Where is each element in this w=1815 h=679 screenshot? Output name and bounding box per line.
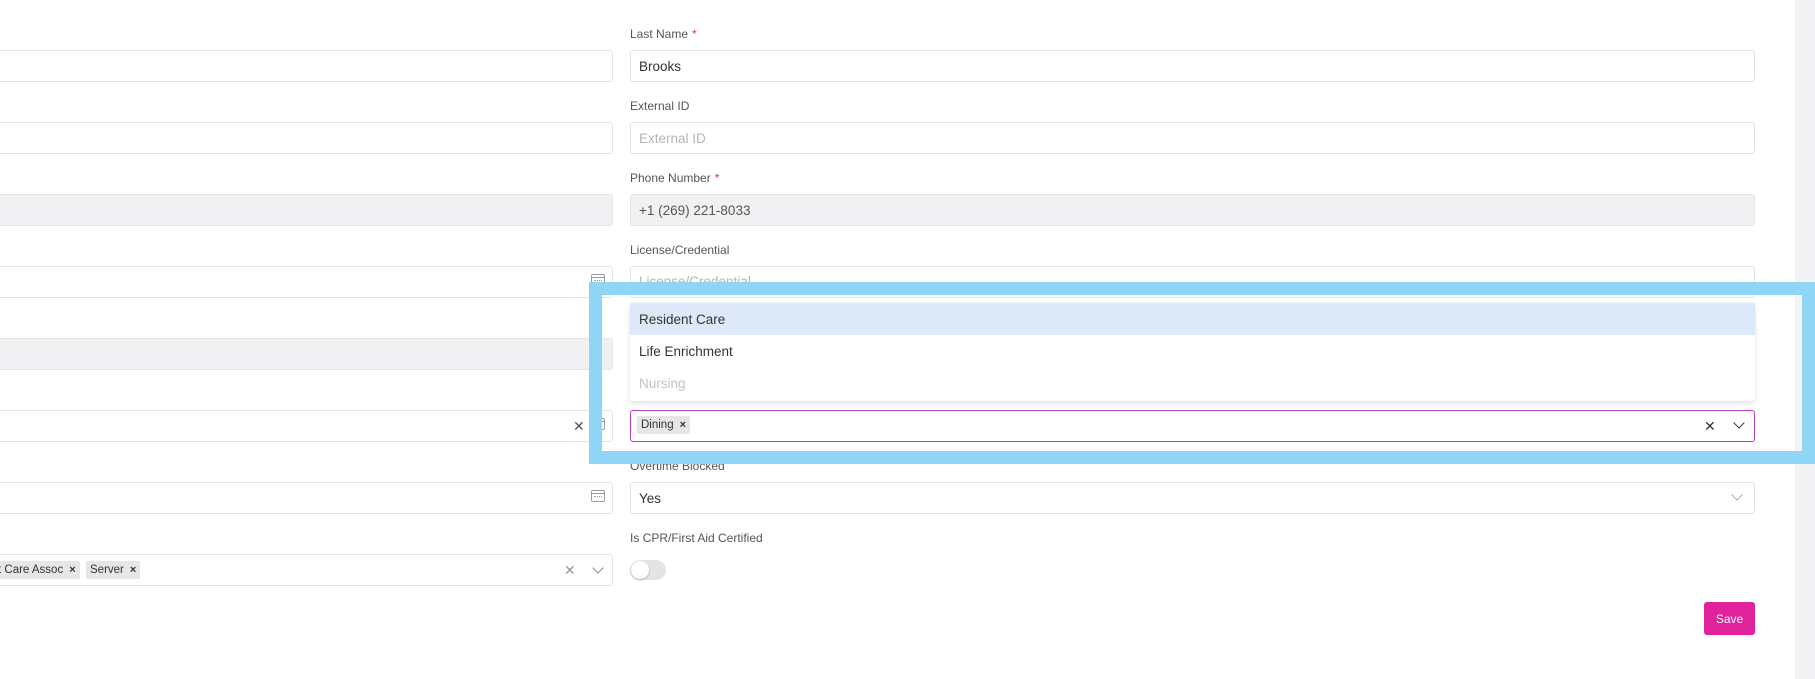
last-name-label: Last Name *	[630, 27, 697, 41]
phone-number-input: +1 (269) 221-8033	[630, 194, 1755, 226]
overtime-blocked-select[interactable]: Yes	[630, 482, 1755, 514]
phone-number-label: Phone Number *	[630, 171, 720, 185]
save-button[interactable]: Save	[1704, 602, 1755, 635]
cpr-certified-label: Is CPR/First Aid Certified	[630, 531, 763, 545]
tag-label: t Care Assoc	[0, 564, 64, 576]
left-field-1[interactable]	[0, 50, 613, 82]
external-id-input[interactable]: External ID	[630, 122, 1755, 154]
left-field-5-disabled	[0, 338, 613, 370]
left-date-field-3[interactable]	[0, 482, 613, 514]
last-name-value: Brooks	[639, 58, 682, 74]
left-field-3-disabled	[0, 194, 613, 226]
last-name-input[interactable]: Brooks	[630, 50, 1755, 82]
clear-icon[interactable]: ✕	[573, 419, 585, 433]
tag-remove-icon[interactable]: ×	[69, 564, 75, 576]
phone-number-value: +1 (269) 221-8033	[639, 202, 751, 218]
highlight-overlay	[589, 282, 1815, 464]
left-field-2[interactable]	[0, 122, 613, 154]
left-date-field-2[interactable]	[0, 410, 613, 442]
clear-icon[interactable]: ✕	[564, 563, 576, 577]
tag-label: Server	[90, 564, 124, 576]
position-tag: t Care Assoc ×	[0, 561, 80, 579]
toggle-knob	[631, 561, 649, 579]
external-id-label: External ID	[630, 99, 690, 113]
position-tag: Server ×	[86, 561, 141, 579]
tag-remove-icon[interactable]: ×	[130, 564, 136, 576]
left-date-field-1[interactable]	[0, 266, 613, 298]
external-id-placeholder: External ID	[639, 130, 706, 146]
license-label: License/Credential	[630, 243, 730, 257]
calendar-icon[interactable]	[591, 490, 605, 502]
cpr-certified-toggle[interactable]	[630, 560, 666, 580]
overtime-blocked-value: Yes	[639, 490, 662, 506]
